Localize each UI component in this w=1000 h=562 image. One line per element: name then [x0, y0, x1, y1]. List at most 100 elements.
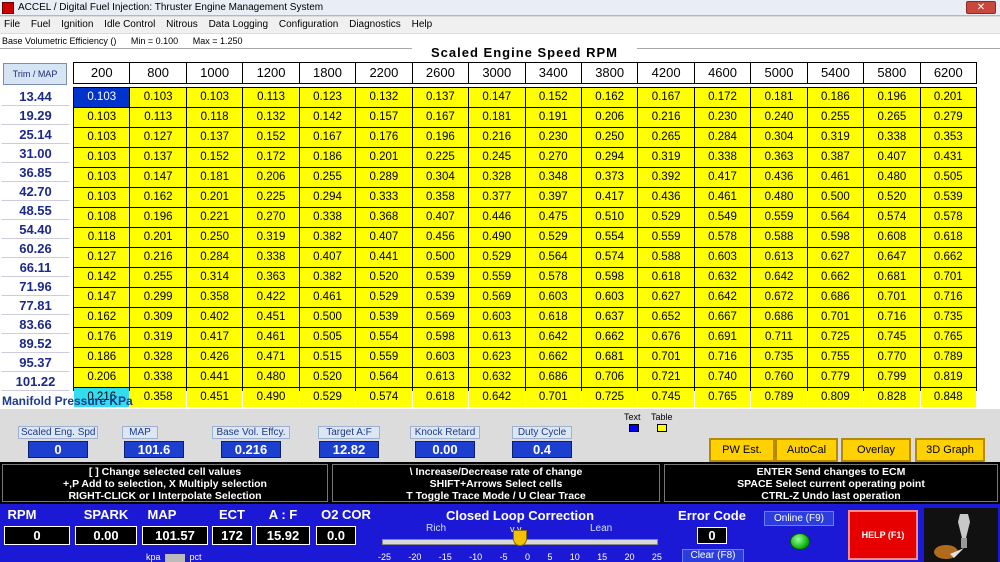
- ve-cell[interactable]: 0.284: [186, 248, 243, 267]
- ve-cell[interactable]: 0.490: [243, 388, 299, 407]
- ve-cell[interactable]: 0.603: [412, 348, 469, 367]
- ve-cell[interactable]: 0.118: [74, 228, 130, 247]
- ve-cell[interactable]: 0.642: [694, 288, 751, 307]
- ve-cell[interactable]: 0.618: [638, 268, 694, 287]
- ve-cell[interactable]: 0.735: [751, 348, 807, 367]
- ve-cell[interactable]: 0.701: [864, 288, 920, 307]
- ve-cell[interactable]: 0.559: [356, 348, 412, 367]
- ve-cell[interactable]: 0.598: [807, 228, 864, 247]
- ve-cell[interactable]: 0.716: [864, 308, 920, 327]
- ve-cell[interactable]: 0.642: [525, 328, 581, 347]
- ve-cell[interactable]: 0.319: [130, 328, 186, 347]
- ve-cell[interactable]: 0.382: [299, 268, 356, 287]
- ve-cell[interactable]: 0.613: [751, 248, 807, 267]
- ve-cell[interactable]: 0.505: [920, 168, 976, 187]
- ve-cell[interactable]: 0.181: [469, 108, 525, 127]
- ve-cell[interactable]: 0.162: [130, 188, 186, 207]
- ve-cell[interactable]: 0.319: [807, 128, 864, 147]
- ve-cell[interactable]: 0.520: [864, 188, 920, 207]
- ve-cell[interactable]: 0.103: [186, 88, 243, 107]
- ve-cell[interactable]: 0.417: [581, 188, 638, 207]
- ve-cell[interactable]: 0.471: [243, 348, 299, 367]
- ve-cell[interactable]: 0.603: [525, 288, 581, 307]
- ve-cell[interactable]: 0.529: [525, 228, 581, 247]
- ve-cell[interactable]: 0.103: [74, 168, 130, 187]
- kpa-pct-toggle[interactable]: kpa pct: [146, 552, 202, 562]
- ve-cell[interactable]: 0.201: [186, 188, 243, 207]
- ve-cell[interactable]: 0.760: [751, 368, 807, 387]
- ve-cell[interactable]: 0.475: [525, 208, 581, 227]
- ve-cell[interactable]: 0.250: [581, 128, 638, 147]
- ve-cell[interactable]: 0.216: [638, 108, 694, 127]
- ve-cell[interactable]: 0.304: [412, 168, 469, 187]
- ve-cell[interactable]: 0.338: [864, 128, 920, 147]
- ve-cell[interactable]: 0.755: [807, 348, 864, 367]
- ve-cell[interactable]: 0.564: [356, 368, 412, 387]
- help-button[interactable]: HELP (F1): [848, 510, 918, 560]
- ve-cell[interactable]: 0.662: [920, 248, 976, 267]
- ve-cell[interactable]: 0.716: [920, 288, 976, 307]
- clear-error-button[interactable]: Clear (F8): [682, 549, 744, 562]
- ve-cell[interactable]: 0.681: [581, 348, 638, 367]
- ve-cell[interactable]: 0.672: [751, 288, 807, 307]
- ve-cell[interactable]: 0.603: [694, 248, 751, 267]
- ve-cell[interactable]: 0.417: [694, 168, 751, 187]
- ve-cell[interactable]: 0.363: [243, 268, 299, 287]
- ve-cell[interactable]: 0.446: [469, 208, 525, 227]
- trim-map-button[interactable]: Trim / MAP: [3, 63, 67, 85]
- ve-cell[interactable]: 0.686: [525, 368, 581, 387]
- ve-cell[interactable]: 0.627: [807, 248, 864, 267]
- ve-cell[interactable]: 0.225: [412, 148, 469, 167]
- legend-text-swatch[interactable]: [629, 424, 639, 432]
- ve-cell[interactable]: 0.196: [412, 128, 469, 147]
- ve-cell[interactable]: 0.162: [74, 308, 130, 327]
- ve-cell[interactable]: 0.407: [356, 228, 412, 247]
- ve-cell[interactable]: 0.230: [694, 108, 751, 127]
- ve-cell[interactable]: 0.613: [469, 328, 525, 347]
- ve-cell[interactable]: 0.363: [751, 148, 807, 167]
- ve-cell[interactable]: 0.402: [186, 308, 243, 327]
- ve-cell[interactable]: 0.137: [412, 88, 469, 107]
- ve-cell[interactable]: 0.662: [525, 348, 581, 367]
- ve-cell[interactable]: 0.137: [130, 148, 186, 167]
- ve-cell[interactable]: 0.103: [74, 148, 130, 167]
- ve-cell[interactable]: 0.505: [299, 328, 356, 347]
- ve-cell[interactable]: 0.328: [130, 348, 186, 367]
- menu-data-logging[interactable]: Data Logging: [209, 19, 269, 30]
- ve-cell[interactable]: 0.721: [638, 368, 694, 387]
- ve-cell[interactable]: 0.294: [581, 148, 638, 167]
- ve-cell[interactable]: 0.574: [581, 248, 638, 267]
- ve-cell[interactable]: 0.338: [299, 208, 356, 227]
- ve-cell[interactable]: 0.500: [807, 188, 864, 207]
- ve-cell[interactable]: 0.632: [469, 368, 525, 387]
- menu-nitrous[interactable]: Nitrous: [166, 19, 198, 30]
- ve-cell[interactable]: 0.422: [243, 288, 299, 307]
- ve-cell[interactable]: 0.176: [356, 128, 412, 147]
- ve-cell[interactable]: 0.529: [638, 208, 694, 227]
- ve-cell[interactable]: 0.201: [130, 228, 186, 247]
- ve-cell[interactable]: 0.725: [581, 388, 638, 407]
- ve-cell[interactable]: 0.779: [807, 368, 864, 387]
- ve-cell[interactable]: 0.319: [243, 228, 299, 247]
- ve-cell[interactable]: 0.265: [638, 128, 694, 147]
- ve-cell[interactable]: 0.397: [525, 188, 581, 207]
- ve-cell[interactable]: 0.181: [186, 168, 243, 187]
- ve-cell[interactable]: 0.441: [356, 248, 412, 267]
- ve-cell[interactable]: 0.451: [186, 388, 243, 407]
- ve-cell[interactable]: 0.539: [356, 308, 412, 327]
- ve-cell[interactable]: 0.284: [694, 128, 751, 147]
- ve-cell[interactable]: 0.167: [299, 128, 356, 147]
- ve-cell[interactable]: 0.201: [920, 88, 976, 107]
- ve-cell[interactable]: 0.186: [299, 148, 356, 167]
- ve-cell[interactable]: 0.765: [920, 328, 976, 347]
- ve-cell[interactable]: 0.103: [74, 108, 130, 127]
- ve-cell[interactable]: 0.113: [243, 88, 299, 107]
- ve-cell[interactable]: 0.431: [920, 148, 976, 167]
- ve-cell[interactable]: 0.279: [920, 108, 976, 127]
- ve-cell[interactable]: 0.574: [356, 388, 412, 407]
- ve-cell[interactable]: 0.176: [74, 328, 130, 347]
- ve-cell[interactable]: 0.255: [807, 108, 864, 127]
- ve-cell[interactable]: 0.304: [751, 128, 807, 147]
- ve-cell[interactable]: 0.132: [243, 108, 299, 127]
- ve-cell[interactable]: 0.147: [469, 88, 525, 107]
